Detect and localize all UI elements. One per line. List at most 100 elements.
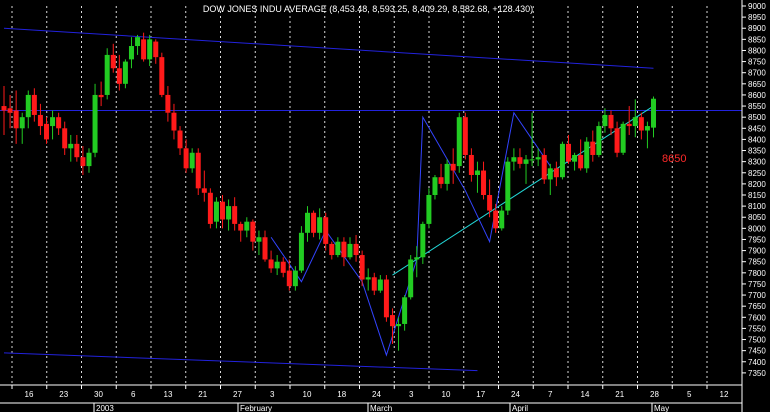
candle-up — [365, 277, 371, 280]
candle-up — [456, 117, 462, 167]
y-tick-label: 7800 — [748, 269, 766, 278]
candle-up — [650, 98, 656, 128]
candle-up — [135, 37, 141, 47]
x-day-label: 10 — [303, 390, 312, 399]
y-axis: 7350 7400 7450 7500 7550 7600 7650 7700 7750 7800… — [741, 0, 766, 412]
candle-down — [323, 217, 329, 244]
y-tick-label: 8150 — [748, 191, 766, 200]
candle-down — [165, 94, 171, 113]
candle-up — [92, 94, 98, 153]
candle-up — [596, 126, 602, 155]
candle-up — [274, 261, 280, 269]
x-day-label: 10 — [442, 390, 451, 399]
y-tick-label: 8200 — [748, 180, 766, 189]
candle-up — [128, 46, 134, 60]
y-tick-label: 8750 — [748, 58, 766, 67]
candle-down — [74, 143, 80, 158]
chart-title: DOW JONES INDU AVERAGE (8,453.48, 8,593.… — [203, 4, 533, 14]
candle-up — [256, 237, 262, 242]
x-month-label: 2003 — [96, 404, 114, 412]
y-tick-label: 8000 — [748, 224, 766, 233]
candle-down — [517, 157, 523, 164]
candle-up — [426, 195, 432, 224]
candle-down — [116, 68, 122, 84]
candle-up — [122, 61, 128, 84]
candle-down — [371, 277, 377, 291]
candle-up — [335, 241, 341, 256]
candle-up — [511, 157, 517, 162]
y-tick-label: 8350 — [748, 147, 766, 156]
y-tick-label: 8950 — [748, 13, 766, 22]
candle-up — [19, 117, 25, 129]
candle-up — [414, 257, 420, 260]
candle-down — [171, 112, 177, 131]
y-tick-label: 7850 — [748, 258, 766, 267]
candle-down — [286, 270, 292, 287]
x-day-label: 21 — [198, 390, 207, 399]
x-day-label: 24 — [511, 390, 520, 399]
candle-up — [402, 297, 408, 324]
y-tick-label: 8450 — [748, 124, 766, 133]
candle-down — [578, 154, 584, 169]
candle-down — [614, 128, 620, 153]
candle-up — [602, 114, 608, 127]
candle-up — [189, 152, 195, 169]
y-tick-label: 8250 — [748, 169, 766, 178]
candle-up — [298, 232, 304, 271]
candle-up — [523, 159, 529, 164]
candle-up — [584, 141, 590, 169]
x-day-label: 14 — [581, 390, 590, 399]
candle-up — [292, 270, 298, 287]
candle-down — [566, 143, 572, 162]
candle-down — [268, 259, 274, 269]
y-tick-label: 8700 — [748, 69, 766, 78]
candle-down — [353, 243, 359, 256]
x-day-label: 16 — [25, 390, 34, 399]
x-day-label: 3 — [409, 390, 414, 399]
y-tick-label: 7650 — [748, 302, 766, 311]
candle-down — [141, 39, 147, 60]
candle-down — [183, 148, 189, 169]
candle-up — [226, 206, 232, 220]
candle-down — [262, 237, 268, 260]
candle-down — [13, 110, 19, 129]
candle-down — [608, 114, 614, 129]
candle-up — [572, 154, 578, 162]
y-tick-label: 8800 — [748, 46, 766, 55]
y-tick-label: 8500 — [748, 113, 766, 122]
candle-up — [147, 39, 153, 60]
candle-down — [232, 206, 238, 224]
y-tick-label: 8850 — [748, 35, 766, 44]
candle-up — [377, 279, 383, 291]
candle-up — [420, 223, 426, 258]
x-day-label: 7 — [548, 390, 553, 399]
candle-up — [499, 210, 505, 229]
x-month-label: May — [654, 404, 669, 412]
candle-up — [104, 54, 110, 95]
x-day-label: 28 — [650, 390, 659, 399]
candle-down — [195, 152, 201, 189]
candle-up — [244, 221, 250, 231]
candle-down — [7, 108, 13, 113]
candle-up — [444, 163, 450, 184]
x-day-label: 27 — [233, 390, 242, 399]
x-day-label: 13 — [164, 390, 173, 399]
y-tick-label: 8550 — [748, 102, 766, 111]
y-tick-label: 7950 — [748, 235, 766, 244]
y-tick-label: 8100 — [748, 202, 766, 211]
y-tick-label: 9000 — [748, 2, 766, 11]
annotation-8650: 8650 — [662, 153, 686, 165]
candle-down — [359, 255, 365, 280]
candle-up — [620, 123, 626, 153]
x-day-label: 24 — [372, 390, 381, 399]
candle-up — [68, 143, 74, 149]
candle-up — [474, 170, 480, 175]
candle-up — [25, 94, 31, 118]
candle-up — [529, 159, 535, 161]
candle-down — [250, 221, 256, 242]
candle-up — [559, 143, 565, 178]
y-tick-label: 7400 — [748, 358, 766, 367]
candle-down — [450, 163, 456, 171]
candle-down — [383, 279, 389, 318]
x-day-label: 18 — [337, 390, 346, 399]
